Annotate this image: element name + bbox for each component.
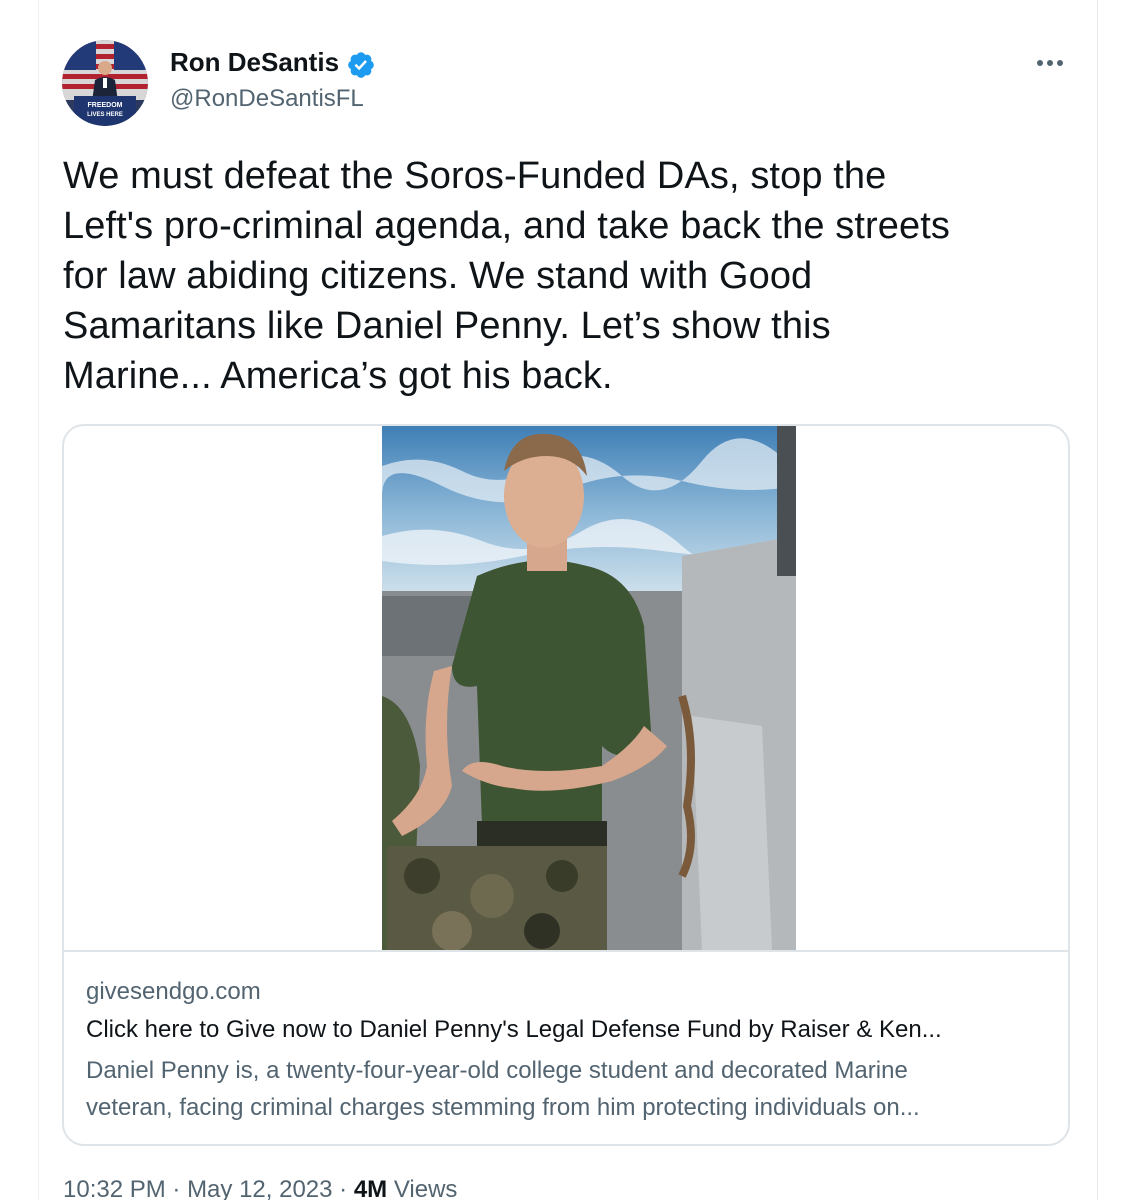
link-preview-card[interactable]: givesendgo.com Click here to Give now to… — [62, 424, 1070, 1146]
verified-badge-icon — [346, 50, 376, 80]
tweet-date[interactable]: May 12, 2023 — [187, 1176, 332, 1200]
avatar-image: FREEDOM LIVES HERE — [62, 40, 148, 126]
card-title: Click here to Give now to Daniel Penny's… — [86, 1016, 942, 1043]
avatar-banner-text-2: LIVES HERE — [87, 112, 123, 118]
card-description: Daniel Penny is, a twenty-four-year-old … — [86, 1057, 920, 1121]
card-image — [382, 426, 796, 950]
more-options-icon[interactable] — [1030, 48, 1070, 78]
views-count: 4M — [353, 1176, 388, 1200]
meta-separator: · — [165, 1176, 188, 1200]
card-divider — [64, 950, 1068, 952]
avatar[interactable]: FREEDOM LIVES HERE — [62, 40, 148, 126]
tweet-text: We must defeat the Soros-Funded DAs, sto… — [63, 155, 951, 397]
timeline-right-border — [1097, 0, 1098, 1200]
author-display-name[interactable]: Ron DeSantis — [170, 46, 339, 78]
author-handle[interactable]: @RonDeSantisFL — [170, 84, 364, 114]
views-label: Views — [387, 1176, 458, 1200]
card-domain: givesendgo.com — [86, 978, 261, 1005]
meta-separator: · — [332, 1176, 354, 1200]
avatar-banner-text-1: FREEDOM — [88, 102, 123, 109]
tweet-time[interactable]: 10:32 PM — [63, 1176, 166, 1200]
timeline-left-border — [38, 0, 39, 1200]
tweet-meta: 10:32 PM · May 12, 2023 · 4M Views — [63, 1174, 457, 1200]
